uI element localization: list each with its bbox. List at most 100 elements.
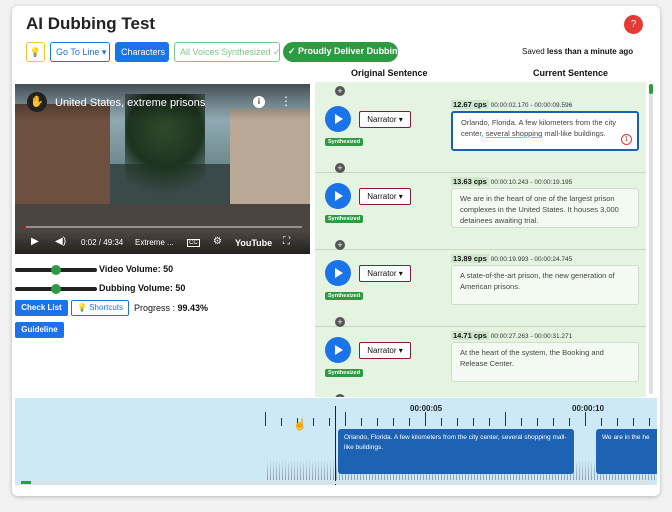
timeline-tick	[281, 418, 282, 426]
cps-value: 13.89 cps	[451, 254, 489, 263]
timeline-clip[interactable]: Orlando, Florida. A few kilometers from …	[338, 429, 574, 474]
video-chapter[interactable]: Extreme ...	[135, 238, 174, 247]
channel-avatar[interactable]: ✋	[27, 92, 47, 112]
fullscreen-icon[interactable]: ⛶	[283, 236, 290, 247]
timeline-tick	[377, 418, 378, 426]
sentence-text: At the heart of the system, the Booking …	[460, 348, 604, 368]
speaker-dropdown[interactable]: Narrator ▾	[359, 265, 411, 282]
timeline-tick	[521, 418, 522, 426]
segment-timing: 13.89 cps 00:00:19.993 - 00:00:24.745	[451, 254, 572, 263]
info-icon[interactable]: i	[253, 96, 265, 108]
check-list-button[interactable]: Check List	[15, 300, 68, 316]
original-sentence-header: Original Sentence	[351, 68, 428, 78]
timeline-tick	[473, 418, 474, 426]
timeline-clip[interactable]: We are in the he	[596, 429, 657, 474]
timeline-tick	[345, 412, 346, 426]
all-voices-synthesized-button[interactable]: All Voices Synthesized ✓	[174, 42, 281, 62]
segment-timing: 12.67 cps 00:00:02.170 - 00:00:09.596	[451, 100, 572, 109]
timeline-tick	[569, 418, 570, 426]
lightbulb-button[interactable]: 💡	[26, 42, 45, 62]
settings-icon[interactable]: ⚙	[213, 236, 222, 247]
more-options-icon[interactable]: ⋮	[280, 94, 292, 108]
go-to-line-dropdown[interactable]: Go To Line ▾	[50, 42, 110, 62]
speaker-dropdown[interactable]: Narrator ▾	[359, 188, 411, 205]
timeline-scrollbar[interactable]	[21, 481, 651, 484]
sentence-text: A state-of-the-art prison, the new gener…	[460, 271, 615, 291]
play-segment-button[interactable]	[325, 183, 351, 209]
timeline[interactable]: 00:00:05 00:00:10 Orlando, Florida. A fe…	[15, 398, 657, 485]
timeline-tick	[393, 418, 394, 426]
segment-row: Narrator ▾ Synthesized 12.67 cps 00:00:02.…	[315, 96, 646, 173]
video-volume-slider[interactable]	[15, 265, 97, 275]
video-title[interactable]: United States, extreme prisons	[55, 97, 205, 109]
shortcuts-button[interactable]: 💡 Shortcuts	[71, 300, 129, 316]
hand-cursor-icon: ☝	[293, 419, 307, 431]
dubbing-volume-thumb[interactable]	[51, 284, 61, 294]
add-segment-button[interactable]: +	[335, 86, 345, 96]
time-range: 00:00:19.993 - 00:00:24.745	[490, 256, 573, 263]
timeline-tick	[265, 412, 266, 426]
timeline-tick	[649, 418, 650, 426]
cps-value: 13.63 cps	[451, 177, 489, 186]
issue-count-badge[interactable]: 1	[621, 134, 632, 145]
deliver-dubbing-button[interactable]: ✓ Proudly Deliver Dubbing	[283, 42, 403, 62]
current-sentence-header: Current Sentence	[533, 68, 609, 78]
help-button[interactable]: ?	[624, 15, 643, 34]
segment-timing: 14.71 cps 00:00:27.263 - 00:00:31.271	[451, 331, 572, 340]
play-segment-button[interactable]	[325, 106, 351, 132]
panel-scroll-thumb[interactable]	[649, 84, 653, 94]
play-segment-button[interactable]	[325, 260, 351, 286]
timeline-scroll-thumb[interactable]	[21, 481, 31, 484]
video-volume-thumb[interactable]	[51, 265, 61, 275]
segment-row: Narrator ▾ Synthesized 13.63 cps 00:00:10.…	[315, 173, 646, 250]
timeline-tick	[361, 418, 362, 426]
video-progress-fill	[23, 226, 26, 228]
timeline-tick	[601, 418, 602, 426]
cps-value: 12.67 cps	[451, 100, 489, 109]
progress-indicator: Progress : 99.43%	[134, 303, 209, 313]
current-sentence-input[interactable]: A state-of-the-art prison, the new gener…	[451, 265, 639, 305]
timeline-tick	[329, 418, 330, 426]
timeline-mark: 00:00:10	[572, 404, 605, 413]
video-volume-label: Video Volume: 50	[99, 264, 174, 274]
current-sentence-input[interactable]: We are in the heart of one of the larges…	[451, 188, 639, 228]
speaker-dropdown[interactable]: Narrator ▾	[359, 111, 411, 128]
video-time: 0:02 / 49:34	[81, 238, 124, 247]
current-sentence-input[interactable]: Orlando, Florida. A few kilometers from …	[451, 111, 639, 151]
playhead[interactable]	[335, 406, 336, 485]
timeline-tick	[425, 412, 426, 426]
timeline-tick	[409, 418, 410, 426]
dubbing-volume-control: Dubbing Volume: 50	[15, 283, 215, 295]
video-progress-bar[interactable]	[23, 226, 302, 228]
cps-value: 14.71 cps	[451, 331, 489, 340]
guideline-button[interactable]: Guideline	[15, 322, 64, 338]
volume-icon[interactable]: ◀)	[55, 236, 66, 247]
timeline-tick	[441, 418, 442, 426]
add-segment-button[interactable]: +	[335, 163, 345, 173]
add-segment-button[interactable]: +	[335, 317, 345, 327]
status-badge: Synthesized	[325, 138, 364, 146]
add-segment-button[interactable]: +	[335, 240, 345, 250]
characters-button[interactable]: Characters	[115, 42, 169, 62]
panel-scrollbar[interactable]	[649, 84, 653, 394]
timeline-tick	[537, 418, 538, 426]
status-badge: Synthesized	[325, 369, 364, 377]
add-segment-button[interactable]: +	[335, 394, 345, 397]
play-segment-button[interactable]	[325, 337, 351, 363]
save-status: Saved less than a minute ago	[522, 47, 634, 56]
status-badge: Synthesized	[325, 215, 364, 223]
speaker-dropdown[interactable]: Narrator ▾	[359, 342, 411, 359]
current-sentence-input[interactable]: At the heart of the system, the Booking …	[451, 342, 639, 382]
play-icon[interactable]: ▶	[31, 236, 39, 247]
dubbing-volume-slider[interactable]	[15, 284, 97, 294]
dubbing-volume-label: Dubbing Volume: 50	[99, 283, 186, 293]
app-window: AI Dubbing Test ? 💡 Go To Line ▾ Charact…	[12, 6, 660, 496]
youtube-logo[interactable]: YouTube	[235, 238, 272, 248]
video-player[interactable]: ✋ United States, extreme prisons i ⋮ ▶ ◀…	[15, 84, 310, 254]
sentence-text: Orlando, Florida. A few kilometers from …	[461, 118, 617, 138]
segment-list: + Narrator ▾ Synthesized 12.67 cps 00:00:02…	[315, 82, 646, 397]
page-title: AI Dubbing Test	[26, 14, 156, 33]
timeline-tick	[457, 418, 458, 426]
captions-icon[interactable]: CC	[187, 239, 200, 247]
sentence-panel: Original Sentence Current Sentence + Narr…	[315, 64, 655, 397]
